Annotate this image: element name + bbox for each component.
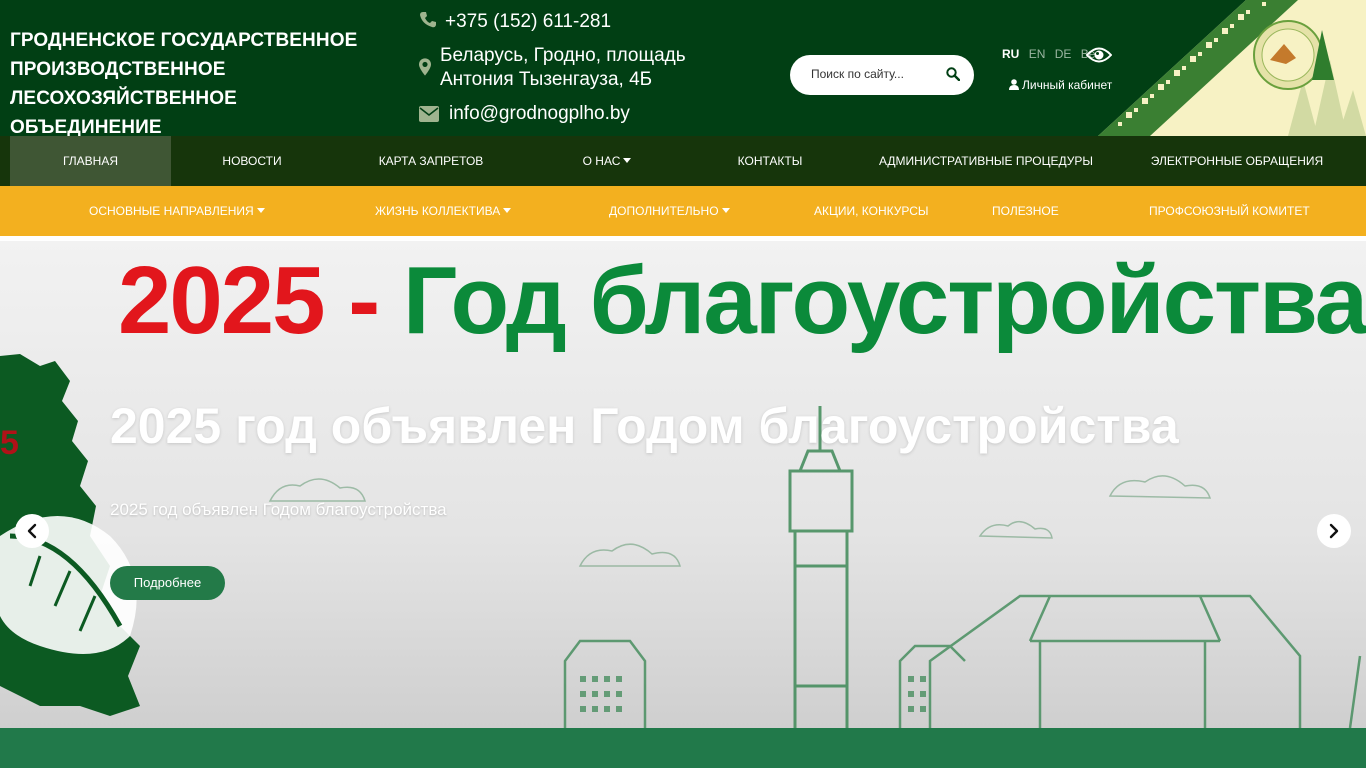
- nav-item-label: КОНТАКТЫ: [737, 154, 803, 168]
- address-text: Беларусь, Гродно, площадь Антония Тызенг…: [440, 45, 686, 90]
- nav-item-label: О НАС: [582, 154, 621, 168]
- nav2-item-label: ПОЛЕЗНОЕ: [992, 204, 1059, 218]
- nav2-item-main-directions[interactable]: ОСНОВНЫЕ НАПРАВЛЕНИЯ: [89, 186, 265, 236]
- read-more-button[interactable]: Подробнее: [110, 566, 225, 600]
- nav-item-ban-map[interactable]: КАРТА ЗАПРЕТОВ: [368, 136, 494, 186]
- emblem-badge-digit: 5: [0, 424, 19, 462]
- nav-item-electronic-appeals[interactable]: ЭЛЕКТРОННЫЕ ОБРАЩЕНИЯ: [1146, 136, 1328, 186]
- nav2-item-label: АКЦИИ, КОНКУРСЫ: [814, 204, 929, 218]
- caret-down-icon: [721, 208, 730, 213]
- lang-en[interactable]: EN: [1029, 47, 1046, 61]
- nav-item-label: АДМИНИСТРАТИВНЫЕ ПРОЦЕДУРЫ: [879, 154, 1093, 168]
- slide-banner-headline: 2025 - Год благоустройства ст: [118, 246, 1366, 356]
- nav2-item-useful[interactable]: ПОЛЕЗНОЕ: [992, 186, 1059, 236]
- chevron-right-icon: [1329, 523, 1339, 539]
- user-icon: [1009, 79, 1019, 90]
- search-placeholder: Поиск по сайту...: [811, 67, 904, 81]
- nav-item-label: ГЛАВНАЯ: [62, 154, 119, 168]
- content-section-band: [0, 728, 1366, 768]
- email-address: info@grodnogplho.by: [449, 103, 630, 124]
- nav2-item-promotions-contests[interactable]: АКЦИИ, КОНКУРСЫ: [814, 186, 929, 236]
- banner-text: Год благоустройства ст: [402, 247, 1366, 354]
- lang-ru[interactable]: RU: [1002, 47, 1019, 61]
- caret-down-icon: [503, 208, 512, 213]
- site-search-field[interactable]: Поиск по сайту...: [790, 55, 974, 95]
- nav-item-label: КАРТА ЗАПРЕТОВ: [378, 154, 484, 168]
- search-icon[interactable]: [946, 67, 960, 81]
- phone-number: +375 (152) 611-281: [445, 11, 612, 32]
- nav2-item-label: ОСНОВНЫЕ НАПРАВЛЕНИЯ: [89, 204, 254, 218]
- nav-item-news[interactable]: НОВОСТИ: [200, 136, 304, 186]
- nav-item-label: ЭЛЕКТРОННЫЕ ОБРАЩЕНИЯ: [1150, 154, 1324, 168]
- nav2-item-label: ПРОФСОЮЗНЫЙ КОМИТЕТ: [1149, 204, 1310, 218]
- banner-year: 2025 -: [118, 247, 380, 354]
- nav2-item-team-life[interactable]: ЖИЗНЬ КОЛЛЕКТИВА: [375, 186, 512, 236]
- nav2-item-additional[interactable]: ДОПОЛНИТЕЛЬНО: [609, 186, 730, 236]
- envelope-icon: [419, 106, 439, 122]
- nav-item-about[interactable]: О НАС: [570, 136, 644, 186]
- organization-title[interactable]: ГРОДНЕНСКОЕ ГОСУДАРСТВЕННОЕ ПРОИЗВОДСТВЕ…: [10, 26, 390, 142]
- nav2-item-label: ДОПОЛНИТЕЛЬНО: [609, 204, 719, 218]
- slide-title: 2025 год объявлен Годом благоустройства: [110, 398, 1179, 454]
- site-header: ГРОДНЕНСКОЕ ГОСУДАРСТВЕННОЕ ПРОИЗВОДСТВЕ…: [0, 0, 1366, 138]
- nav2-item-trade-union[interactable]: ПРОФСОЮЗНЫЙ КОМИТЕТ: [1149, 186, 1310, 236]
- contact-email[interactable]: info@grodnogplho.by: [419, 102, 719, 126]
- caret-down-icon: [256, 208, 265, 213]
- slide-subtitle: 2025 год объявлен Годом благоустройства: [110, 500, 447, 519]
- nav-item-admin-procedures[interactable]: АДМИНИСТРАТИВНЫЕ ПРОЦЕДУРЫ: [878, 136, 1094, 186]
- secondary-navigation: ОСНОВНЫЕ НАПРАВЛЕНИЯ ЖИЗНЬ КОЛЛЕКТИВА ДО…: [0, 186, 1366, 236]
- phone-icon: [420, 12, 436, 28]
- chevron-left-icon: [27, 523, 37, 539]
- nav-item-home[interactable]: ГЛАВНАЯ: [10, 136, 171, 186]
- nav-item-label: НОВОСТИ: [222, 154, 282, 168]
- nav-item-contacts[interactable]: КОНТАКТЫ: [722, 136, 818, 186]
- hero-slider: 2025 - Год благоустройства ст 5 2025 год…: [0, 236, 1366, 728]
- slider-next-button[interactable]: [1317, 514, 1351, 548]
- map-marker-icon: [419, 58, 431, 76]
- personal-account-link[interactable]: Личный кабинет: [1009, 78, 1112, 92]
- contact-address: Беларусь, Гродно, площадь Антония Тызенг…: [419, 44, 749, 94]
- caret-down-icon: [623, 158, 632, 163]
- main-navigation: ГЛАВНАЯ НОВОСТИ КАРТА ЗАПРЕТОВ О НАС КОН…: [0, 136, 1366, 186]
- contact-phone[interactable]: +375 (152) 611-281: [419, 10, 719, 34]
- slider-prev-button[interactable]: [15, 514, 49, 548]
- lang-de[interactable]: DE: [1055, 47, 1072, 61]
- header-ornament-logo-panel: [1098, 0, 1366, 136]
- nav2-item-label: ЖИЗНЬ КОЛЛЕКТИВА: [375, 204, 501, 218]
